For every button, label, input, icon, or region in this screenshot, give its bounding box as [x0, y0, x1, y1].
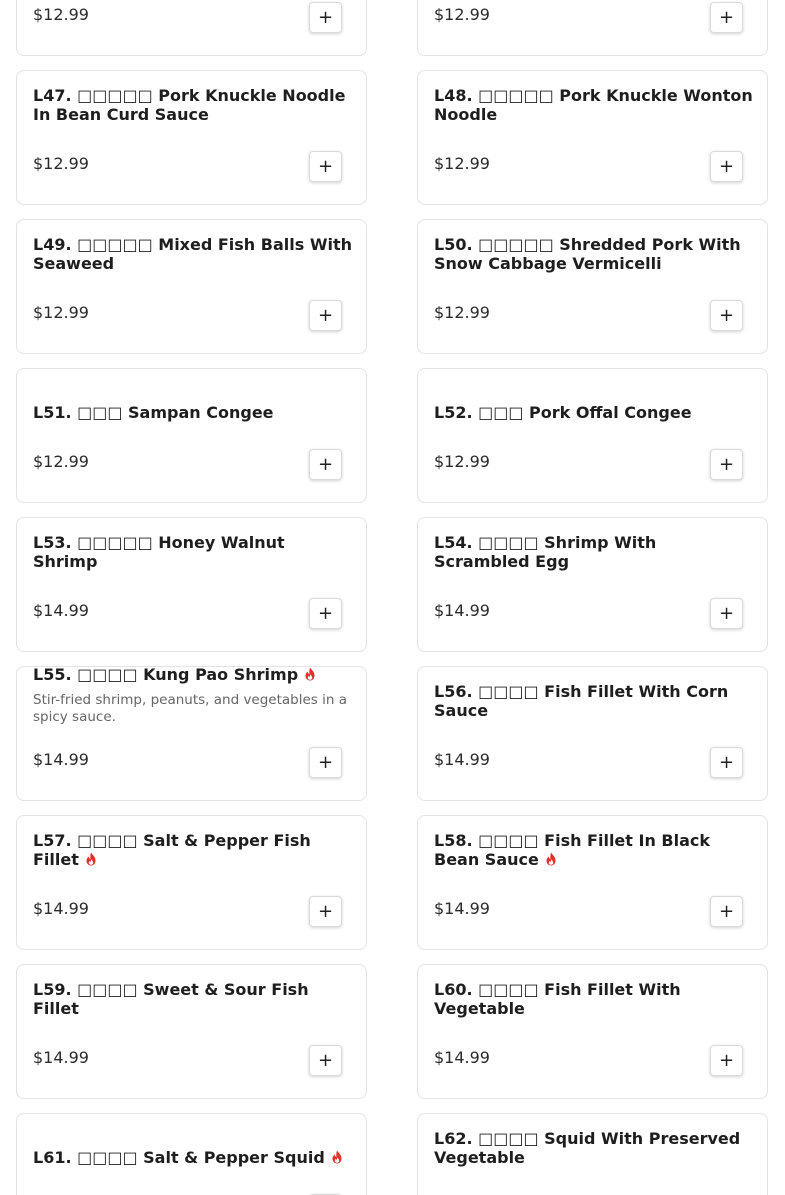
menu-item-price: $12.99 [434, 154, 490, 173]
menu-item-price: $12.99 [33, 303, 89, 322]
menu-item-header: L56. □□□□ Fish Fillet With Corn Sauce [434, 682, 754, 720]
add-to-cart-button[interactable]: + [309, 1045, 342, 1076]
menu-item-title: L49. □□□□□ Mixed Fish Balls With Seaweed [33, 235, 352, 273]
menu-item-card[interactable]: L48. □□□□□ Pork Knuckle Wonton Noodle $12… [417, 70, 768, 205]
menu-item-card[interactable]: L54. □□□□ Shrimp With Scrambled Egg $14.9… [417, 517, 768, 652]
menu-item-card[interactable]: L50. □□□□□ Shredded Pork With Snow Cabba… [417, 219, 768, 354]
menu-item-header: L48. □□□□□ Pork Knuckle Wonton Noodle [434, 86, 754, 124]
menu-item-price: $12.99 [33, 452, 89, 471]
menu-item-card[interactable]: L61. □□□□ Salt & Pepper Squid$14.99+ [16, 1113, 367, 1195]
menu-item-title: L60. □□□□ Fish Fillet With Vegetable [434, 980, 681, 1018]
menu-item-header: L62. □□□□ Squid With Preserved Vegetable [434, 1129, 754, 1167]
menu-item-price: $14.99 [434, 1048, 490, 1067]
add-to-cart-button[interactable]: + [710, 2, 743, 33]
menu-item-price: $14.99 [434, 601, 490, 620]
menu-grid: $12.99 + $12.99 + L47. □□□□□ Pork Knuckle No… [0, 0, 785, 1195]
menu-item-title: L61. □□□□ Salt & Pepper Squid [33, 1148, 325, 1167]
add-to-cart-button[interactable]: + [710, 598, 743, 629]
add-to-cart-button[interactable]: + [309, 151, 342, 182]
menu-item-card[interactable]: L57. □□□□ Salt & Pepper Fish Fillet $14.9… [16, 815, 367, 950]
add-to-cart-button[interactable]: + [710, 747, 743, 778]
menu-item-price: $12.99 [434, 303, 490, 322]
menu-item-header: L58. □□□□ Fish Fillet In Black Bean Sauc… [434, 831, 754, 869]
menu-item-card[interactable]: L52. □□□ Pork Offal Congee $12.99 + [417, 368, 768, 503]
menu-item-card[interactable]: $12.99 + [417, 0, 768, 56]
add-to-cart-button[interactable]: + [309, 598, 342, 629]
menu-item-card[interactable]: $12.99 + [16, 0, 367, 56]
menu-item-price: $14.99 [33, 601, 89, 620]
menu-item-card[interactable]: L62. □□□□ Squid With Preserved Vegetable [417, 1113, 768, 1195]
menu-item-header: L47. □□□□□ Pork Knuckle Noodle In Bean C… [33, 86, 353, 124]
menu-item-header: L50. □□□□□ Shredded Pork With Snow Cabba… [434, 235, 754, 273]
menu-item-title: L47. □□□□□ Pork Knuckle Noodle In Bean C… [33, 86, 346, 124]
menu-item-header: L51. □□□ Sampan Congee [33, 403, 353, 422]
add-to-cart-button[interactable]: + [309, 449, 342, 480]
menu-item-title: L58. □□□□ Fish Fillet In Black Bean Sauc… [434, 831, 711, 869]
spicy-flame-icon [331, 1149, 343, 1164]
add-to-cart-button[interactable]: + [710, 300, 743, 331]
menu-item-card[interactable]: L56. □□□□ Fish Fillet With Corn Sauce $14… [417, 666, 768, 801]
menu-item-header: L59. □□□□ Sweet & Sour Fish Fillet [33, 980, 353, 1018]
menu-item-header: L54. □□□□ Shrimp With Scrambled Egg [434, 533, 754, 571]
menu-item-price: $14.99 [33, 1048, 89, 1067]
add-to-cart-button[interactable]: + [710, 1045, 743, 1076]
menu-item-description: Stir-fried shrimp, peanuts, and vegetabl… [33, 692, 348, 725]
spicy-flame-icon [545, 851, 557, 866]
add-to-cart-button[interactable]: + [710, 896, 743, 927]
menu-item-title: L54. □□□□ Shrimp With Scrambled Egg [434, 533, 657, 571]
menu-item-title: L55. □□□□ Kung Pao Shrimp [33, 666, 299, 684]
add-to-cart-button[interactable]: + [309, 747, 342, 778]
menu-item-card[interactable]: L60. □□□□ Fish Fillet With Vegetable $14.… [417, 964, 768, 1099]
add-to-cart-button[interactable]: + [309, 300, 342, 331]
menu-item-header: L53. □□□□□ Honey Walnut Shrimp [33, 533, 353, 571]
menu-item-header: L61. □□□□ Salt & Pepper Squid [33, 1148, 353, 1167]
menu-item-header: L60. □□□□ Fish Fillet With Vegetable [434, 980, 754, 1018]
menu-item-title: L56. □□□□ Fish Fillet With Corn Sauce [434, 682, 729, 720]
add-to-cart-button[interactable]: + [710, 449, 743, 480]
add-to-cart-button[interactable]: + [710, 151, 743, 182]
menu-item-title: L53. □□□□□ Honey Walnut Shrimp [33, 533, 285, 571]
menu-item-header: L55. □□□□ Kung Pao Shrimp Stir-fried shri… [33, 666, 353, 725]
add-to-cart-button[interactable]: + [309, 896, 342, 927]
menu-item-title: L57. □□□□ Salt & Pepper Fish Fillet [33, 831, 311, 869]
menu-item-header: L57. □□□□ Salt & Pepper Fish Fillet [33, 831, 353, 869]
menu-item-header: L49. □□□□□ Mixed Fish Balls With Seaweed [33, 235, 353, 273]
menu-item-price: $12.99 [33, 5, 89, 24]
menu-item-title: L62. □□□□ Squid With Preserved Vegetable [434, 1129, 741, 1167]
menu-item-card[interactable]: L49. □□□□□ Mixed Fish Balls With Seaweed… [16, 219, 367, 354]
menu-item-price: $14.99 [434, 750, 490, 769]
menu-item-card[interactable]: L59. □□□□ Sweet & Sour Fish Fillet $14.99… [16, 964, 367, 1099]
menu-item-title: L50. □□□□□ Shredded Pork With Snow Cabba… [434, 235, 741, 273]
menu-item-price: $14.99 [434, 899, 490, 918]
menu-item-card[interactable]: L55. □□□□ Kung Pao Shrimp Stir-fried shri… [16, 666, 367, 801]
menu-item-title: L48. □□□□□ Pork Knuckle Wonton Noodle [434, 86, 753, 124]
menu-item-price: $12.99 [33, 154, 89, 173]
menu-item-price: $12.99 [434, 452, 490, 471]
menu-item-card[interactable]: L58. □□□□ Fish Fillet In Black Bean Sauc… [417, 815, 768, 950]
add-to-cart-button[interactable]: + [309, 2, 342, 33]
spicy-flame-icon [304, 667, 316, 681]
menu-item-header: L52. □□□ Pork Offal Congee [434, 403, 754, 422]
menu-item-card[interactable]: L51. □□□ Sampan Congee $12.99 + [16, 368, 367, 503]
menu-item-price: $14.99 [33, 899, 89, 918]
menu-item-price: $14.99 [33, 750, 89, 769]
menu-item-card[interactable]: L47. □□□□□ Pork Knuckle Noodle In Bean C… [16, 70, 367, 205]
menu-item-title: L59. □□□□ Sweet & Sour Fish Fillet [33, 980, 309, 1018]
menu-item-title: L52. □□□ Pork Offal Congee [434, 403, 692, 422]
menu-item-price: $12.99 [434, 5, 490, 24]
menu-item-card[interactable]: L53. □□□□□ Honey Walnut Shrimp $14.99 + [16, 517, 367, 652]
menu-item-title: L51. □□□ Sampan Congee [33, 403, 274, 422]
spicy-flame-icon [85, 851, 97, 866]
